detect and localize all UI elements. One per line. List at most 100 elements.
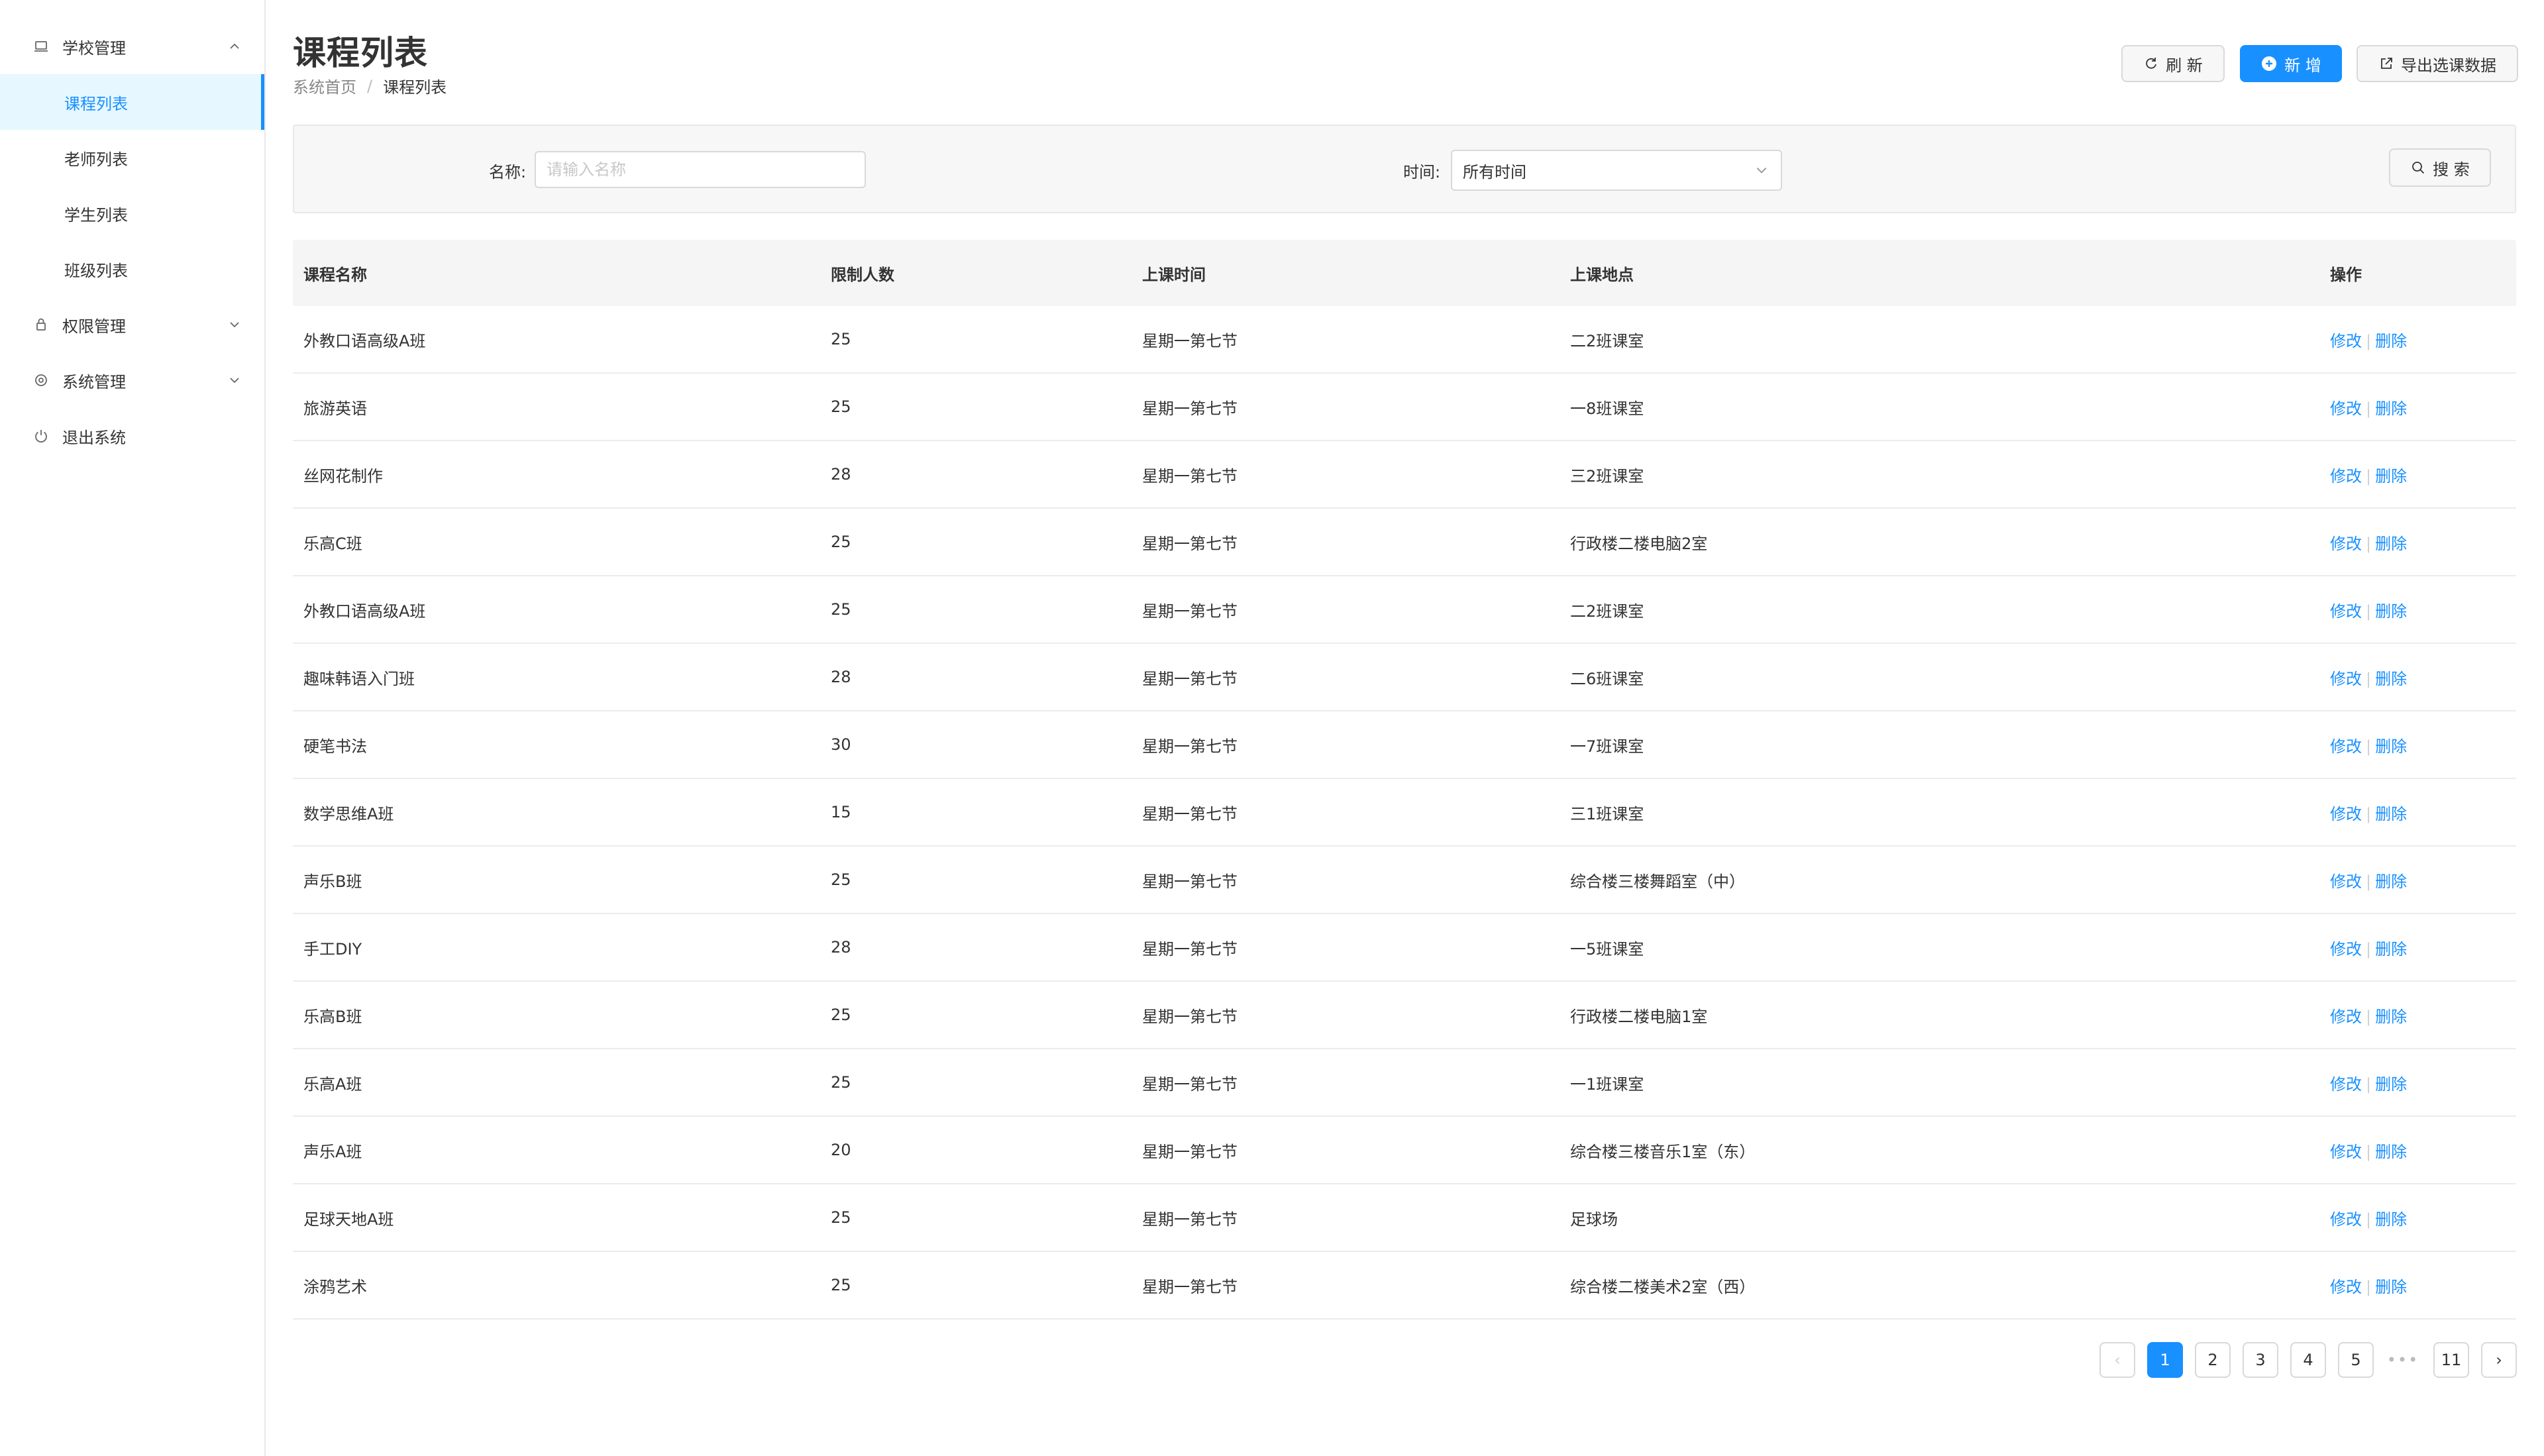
refresh-icon [2143, 56, 2159, 72]
table-row: 乐高A班 25 星期一第七节 一1班课室 修改 | 删除 [293, 1049, 2516, 1117]
pagination-ellipsis[interactable]: ••• [2385, 1342, 2421, 1378]
edit-link[interactable]: 修改 [2330, 399, 2362, 418]
delete-link[interactable]: 删除 [2375, 535, 2407, 553]
op-separator: | [2366, 872, 2372, 891]
limit-cell: 25 [831, 600, 851, 619]
column-header-limit: 限制人数 [831, 265, 894, 284]
column-header-place: 上课地点 [1570, 265, 1634, 284]
delete-link[interactable]: 删除 [2375, 1278, 2407, 1296]
edit-link[interactable]: 修改 [2330, 1008, 2362, 1026]
chevron-down-icon [225, 315, 244, 334]
add-button[interactable]: 新 增 [2240, 45, 2342, 82]
delete-link[interactable]: 删除 [2375, 737, 2407, 756]
table-row: 声乐B班 25 星期一第七节 综合楼三楼舞蹈室（中） 修改 | 删除 [293, 847, 2516, 914]
delete-link[interactable]: 删除 [2375, 1143, 2407, 1161]
edit-link[interactable]: 修改 [2330, 940, 2362, 959]
page-5-button[interactable]: 5 [2338, 1342, 2374, 1378]
ops-cell: 修改 | 删除 [2319, 395, 2516, 419]
page-4-button[interactable]: 4 [2290, 1342, 2326, 1378]
time-cell: 星期一第七节 [1142, 601, 1238, 621]
course-name-cell: 外教口语高级A班 [303, 331, 426, 350]
time-cell: 星期一第七节 [1142, 1277, 1238, 1296]
edit-link[interactable]: 修改 [2330, 805, 2362, 823]
pagination-next-button[interactable]: › [2481, 1342, 2517, 1378]
page-title: 课程列表 [293, 34, 428, 72]
table-row: 乐高C班 25 星期一第七节 行政楼二楼电脑2室 修改 | 删除 [293, 509, 2516, 576]
course-name-cell: 手工DIY [303, 939, 362, 959]
delete-link[interactable]: 删除 [2375, 1210, 2407, 1229]
op-separator: | [2366, 939, 2372, 959]
edit-link[interactable]: 修改 [2330, 670, 2362, 688]
name-input[interactable] [535, 151, 866, 188]
limit-cell: 30 [831, 735, 851, 754]
delete-link[interactable]: 删除 [2375, 1008, 2407, 1026]
time-select-value: 所有时间 [1463, 162, 1526, 182]
ops-cell: 修改 | 删除 [2319, 666, 2516, 689]
edit-link[interactable]: 修改 [2330, 737, 2362, 756]
table-row: 数学思维A班 15 星期一第七节 三1班课室 修改 | 删除 [293, 779, 2516, 847]
limit-cell: 15 [831, 803, 851, 821]
delete-link[interactable]: 删除 [2375, 399, 2407, 418]
delete-link[interactable]: 删除 [2375, 872, 2407, 891]
edit-link[interactable]: 修改 [2330, 1075, 2362, 1094]
delete-link[interactable]: 删除 [2375, 670, 2407, 688]
ops-cell: 修改 | 删除 [2319, 936, 2516, 959]
breadcrumb-home[interactable]: 系统首页 [293, 74, 356, 97]
sidebar-item-label: 老师列表 [64, 150, 128, 169]
refresh-button[interactable]: 刷 新 [2121, 45, 2225, 82]
time-cell: 星期一第七节 [1142, 399, 1238, 418]
sidebar-item-teachers[interactable]: 老师列表 [0, 130, 264, 185]
limit-cell: 25 [831, 1276, 851, 1294]
op-separator: | [2366, 601, 2372, 621]
edit-link[interactable]: 修改 [2330, 535, 2362, 553]
ops-cell: 修改 | 删除 [2319, 1139, 2516, 1162]
pagination-prev-button[interactable]: ‹ [2099, 1342, 2135, 1378]
delete-link[interactable]: 删除 [2375, 467, 2407, 486]
ops-cell: 修改 | 删除 [2319, 598, 2516, 621]
edit-link[interactable]: 修改 [2330, 1143, 2362, 1161]
time-select[interactable]: 所有时间 [1451, 150, 1782, 191]
menu-item-logout[interactable]: 退出系统 [0, 408, 264, 464]
limit-cell: 25 [831, 870, 851, 889]
course-name-cell: 乐高C班 [303, 534, 362, 553]
sidebar-item-courses[interactable]: 课程列表 [0, 74, 264, 130]
edit-link[interactable]: 修改 [2330, 872, 2362, 891]
page-last-button[interactable]: 11 [2433, 1342, 2469, 1378]
sidebar-item-students[interactable]: 学生列表 [0, 185, 264, 241]
edit-link[interactable]: 修改 [2330, 1210, 2362, 1229]
delete-link[interactable]: 删除 [2375, 940, 2407, 959]
edit-link[interactable]: 修改 [2330, 1278, 2362, 1296]
table-row: 声乐A班 20 星期一第七节 综合楼三楼音乐1室（东） 修改 | 删除 [293, 1117, 2516, 1184]
laptop-icon [32, 37, 50, 56]
delete-link[interactable]: 删除 [2375, 602, 2407, 621]
sidebar-item-classes[interactable]: 班级列表 [0, 241, 264, 297]
edit-link[interactable]: 修改 [2330, 467, 2362, 486]
edit-link[interactable]: 修改 [2330, 602, 2362, 621]
menu-group-label: 系统管理 [62, 372, 126, 391]
menu-group-school[interactable]: 学校管理 [0, 19, 264, 74]
filter-panel: 名称: 时间: 所有时间 搜 索 [293, 125, 2516, 213]
ops-cell: 修改 | 删除 [2319, 733, 2516, 756]
menu-group-label: 学校管理 [62, 38, 126, 58]
place-cell: 一1班课室 [1570, 1074, 1644, 1094]
page-number: 5 [2351, 1351, 2361, 1369]
place-cell: 综合楼三楼音乐1室（东） [1570, 1142, 1756, 1161]
limit-cell: 25 [831, 330, 851, 348]
page-3-button[interactable]: 3 [2243, 1342, 2278, 1378]
delete-link[interactable]: 删除 [2375, 332, 2407, 350]
delete-link[interactable]: 删除 [2375, 1075, 2407, 1094]
menu-group-system[interactable]: 系统管理 [0, 352, 264, 408]
limit-cell: 28 [831, 938, 851, 957]
search-label: 搜 索 [2433, 160, 2470, 179]
delete-link[interactable]: 删除 [2375, 805, 2407, 823]
page-2-button[interactable]: 2 [2195, 1342, 2231, 1378]
page-1-button[interactable]: 1 [2147, 1342, 2183, 1378]
export-button[interactable]: 导出选课数据 [2357, 45, 2518, 82]
time-cell: 星期一第七节 [1142, 939, 1238, 959]
search-button[interactable]: 搜 索 [2389, 148, 2491, 187]
op-separator: | [2366, 737, 2372, 756]
menu-group-permissions[interactable]: 权限管理 [0, 297, 264, 352]
edit-link[interactable]: 修改 [2330, 332, 2362, 350]
sidebar-item-label: 课程列表 [64, 94, 128, 113]
place-cell: 足球场 [1570, 1210, 1618, 1229]
